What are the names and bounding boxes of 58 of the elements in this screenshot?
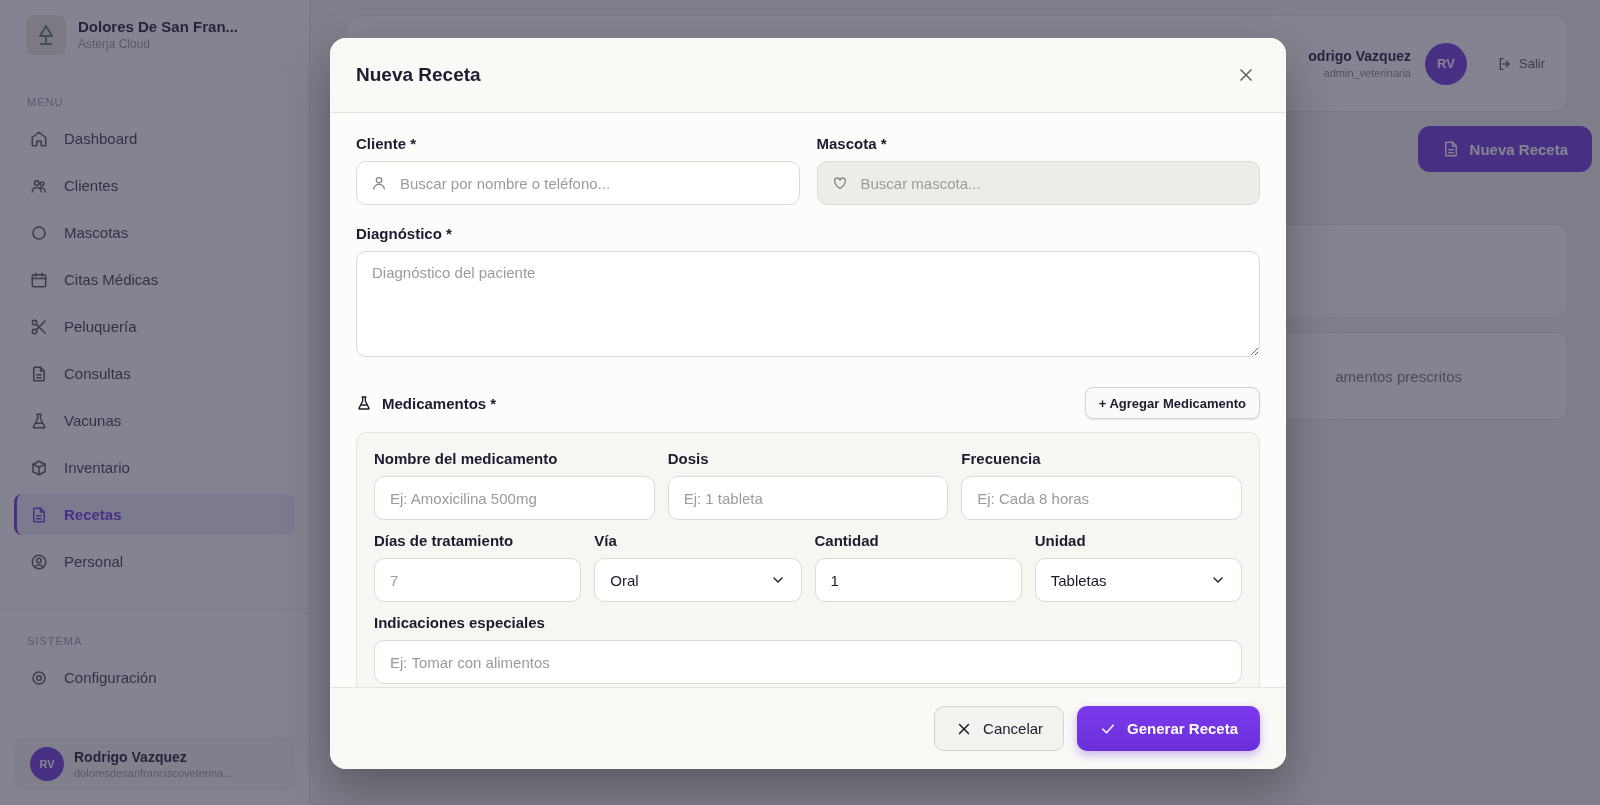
field-label: Cliente * [356, 135, 416, 152]
scissors-icon [30, 317, 48, 336]
person-icon [371, 175, 387, 191]
field-label: Mascota * [816, 135, 887, 152]
nav-item[interactable]: Dashboard [14, 118, 295, 159]
heart-icon [831, 175, 848, 191]
input-field[interactable]: 7 [374, 558, 582, 602]
person-icon [30, 552, 48, 571]
field-label: Dosis [667, 450, 709, 467]
circle-icon [30, 223, 48, 242]
nav-item[interactable]: Inventario [14, 447, 295, 488]
dialog-title: Nueva Receta [356, 64, 481, 86]
client-search-field[interactable]: Buscar por nombre o teléfono... [356, 161, 800, 205]
clinic-name: Dolores De San Fran... [78, 18, 239, 35]
input-field[interactable]: Ej: 1 tableta [667, 476, 949, 520]
nav-item[interactable]: Vacunas [14, 400, 295, 441]
nav-item[interactable]: Configuración [14, 657, 295, 698]
logout-button[interactable]: Salir [1491, 54, 1551, 73]
field-label: Unidad [1034, 532, 1086, 549]
add-medication-button[interactable]: + Agregar Medicamento [1084, 387, 1260, 419]
user-name: odrigo Vazquez [1308, 48, 1411, 64]
new-prescription-button[interactable]: Nueva Receta [1417, 126, 1592, 172]
settings-icon [30, 668, 48, 687]
field-label: Nombre del medicamento [374, 450, 558, 467]
nav-item[interactable]: Clientes [14, 165, 295, 206]
box-icon [30, 458, 48, 477]
nav-item[interactable]: Mascotas [14, 212, 295, 253]
input-field[interactable]: Ej: Amoxicilina 500mg [374, 476, 655, 520]
field-label: Frecuencia [961, 450, 1041, 467]
input-field[interactable]: 1 [814, 558, 1022, 602]
select-field[interactable]: Oral [594, 558, 802, 602]
nav-item[interactable]: Citas Médicas [14, 259, 295, 300]
cancel-button[interactable]: Cancelar [934, 706, 1065, 751]
diagnosis-field[interactable]: Diagnóstico del paciente [356, 251, 1260, 357]
calendar-icon [30, 270, 48, 289]
document-icon [30, 505, 48, 524]
field-label: Diagnóstico * [356, 225, 452, 242]
nav-item[interactable]: Personal [14, 541, 295, 582]
select-field[interactable]: Tabletas [1034, 558, 1242, 602]
input-field[interactable]: Ej: Tomar con alimentos [374, 640, 1242, 684]
nav-item[interactable]: Recetas [14, 494, 295, 535]
document-icon [30, 364, 48, 383]
field-label: Vía [594, 532, 617, 549]
user-avatar: RV [1425, 42, 1467, 85]
user-avatar: RV [30, 747, 64, 781]
nav-item[interactable]: Peluquería [14, 306, 295, 347]
home-icon [30, 129, 48, 148]
generate-button[interactable]: Generar Receta [1077, 706, 1260, 751]
field-label: Cantidad [814, 532, 879, 549]
empty-message: amentos prescritos [1335, 367, 1462, 385]
field-label: Indicaciones especiales [374, 614, 545, 631]
flask-icon [30, 411, 48, 430]
nav-item[interactable]: Consultas [14, 353, 295, 394]
flask-icon [356, 395, 372, 411]
user-name: Rodrigo Vazquez [74, 749, 188, 765]
section-title: Medicamentos * [382, 394, 497, 412]
field-label: Días de tratamiento [374, 532, 514, 549]
input-field[interactable]: Ej: Cada 8 horas [961, 476, 1242, 520]
